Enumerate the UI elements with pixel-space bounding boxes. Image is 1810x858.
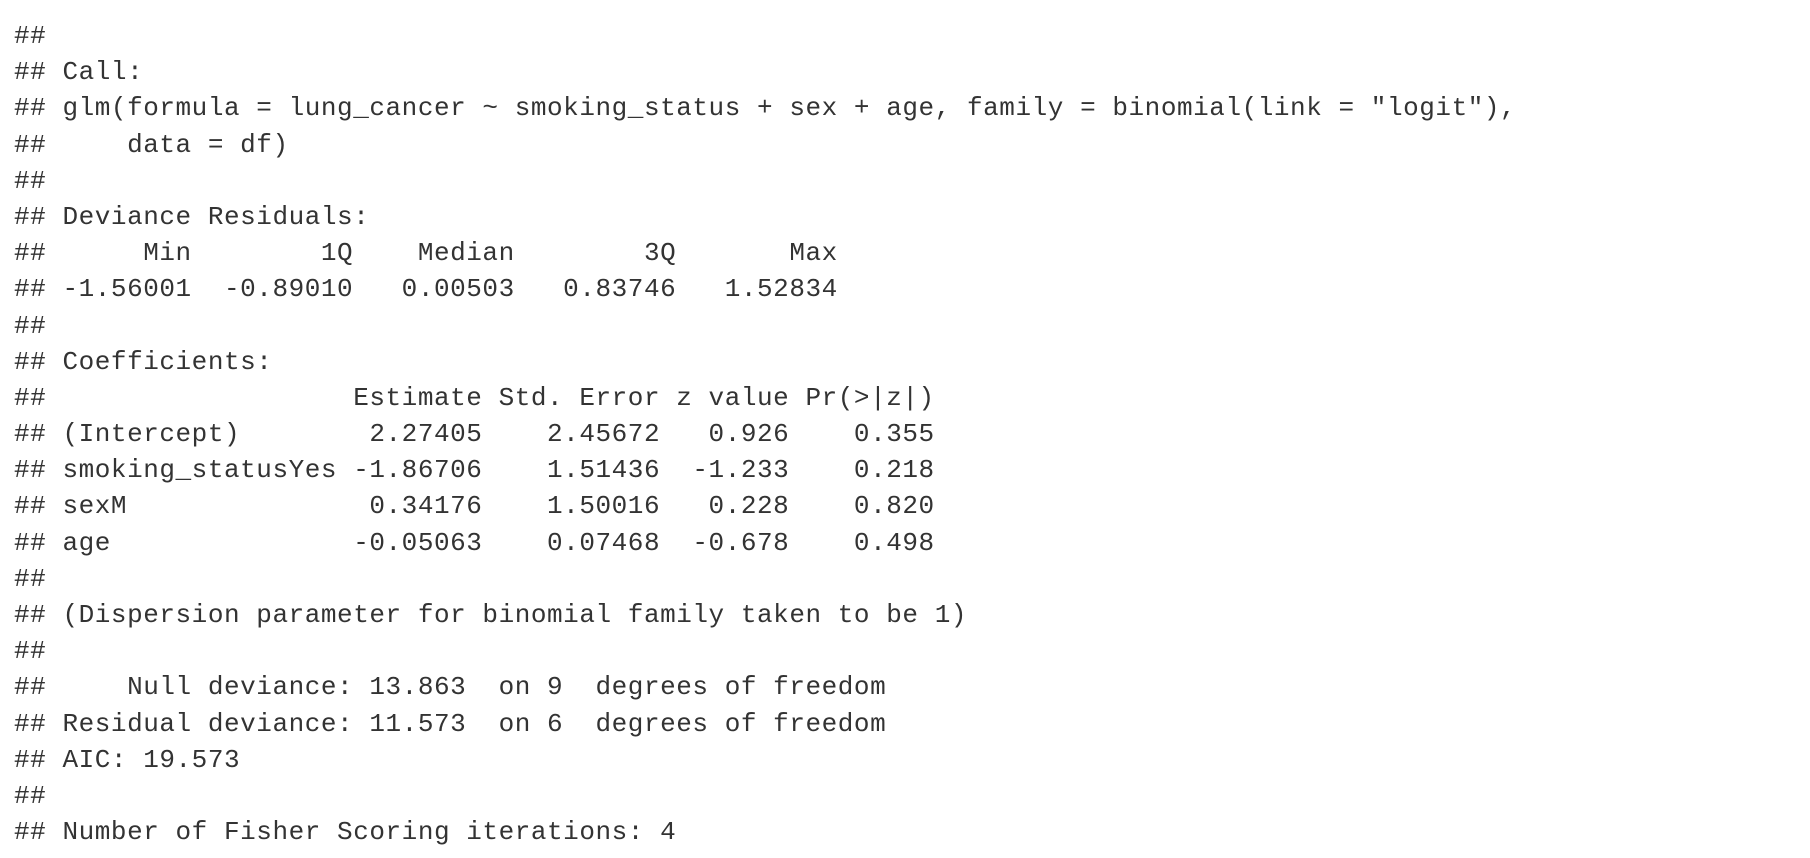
output-line-dispersion: ## (Dispersion parameter for binomial fa… (14, 600, 967, 630)
output-line-coefficients-header: ## Estimate Std. Error z value Pr(>|z|) (14, 382, 935, 413)
output-line-coef-age: ## age -0.05063 0.07468 -0.678 0.498 (14, 527, 935, 558)
output-line-coefficients-heading: ## Coefficients: (14, 346, 273, 377)
output-line-residuals-values: ## -1.56001 -0.89010 0.00503 0.83746 1.5… (14, 274, 838, 305)
output-line-coef-intercept: ## (Intercept) 2.27405 2.45672 0.926 0.3… (14, 419, 935, 450)
output-line-comment-marker: ## (14, 563, 47, 594)
output-line-comment-marker: ## (14, 21, 47, 51)
output-line-fisher-iterations: ## Number of Fisher Scoring iterations: … (14, 817, 677, 848)
output-line-coef-smoking-status: ## smoking_statusYes -1.86706 1.51436 -1… (14, 455, 935, 486)
output-line-deviance-residuals-heading: ## Deviance Residuals: (14, 201, 370, 232)
output-line-call-formula: ## glm(formula = lung_cancer ~ smoking_s… (14, 93, 1517, 124)
output-line-call-heading: ## Call: (14, 57, 144, 88)
output-line-comment-marker: ## (14, 310, 47, 341)
output-line-call-data: ## data = df) (14, 129, 289, 160)
output-line-aic: ## AIC: 19.573 (14, 744, 241, 775)
output-line-residuals-header: ## Min 1Q Median 3Q Max (14, 238, 838, 269)
output-line-comment-marker: ## (14, 780, 47, 811)
r-console-output: ## ## Call: ## glm(formula = lung_cancer… (14, 18, 1516, 850)
output-line-comment-marker: ## (14, 636, 47, 667)
output-line-comment-marker: ## (14, 165, 47, 196)
output-line-null-deviance: ## Null deviance: 13.863 on 9 degrees of… (14, 672, 887, 703)
output-line-coef-sex: ## sexM 0.34176 1.50016 0.228 0.820 (14, 491, 935, 522)
output-line-residual-deviance: ## Residual deviance: 11.573 on 6 degree… (14, 708, 887, 739)
